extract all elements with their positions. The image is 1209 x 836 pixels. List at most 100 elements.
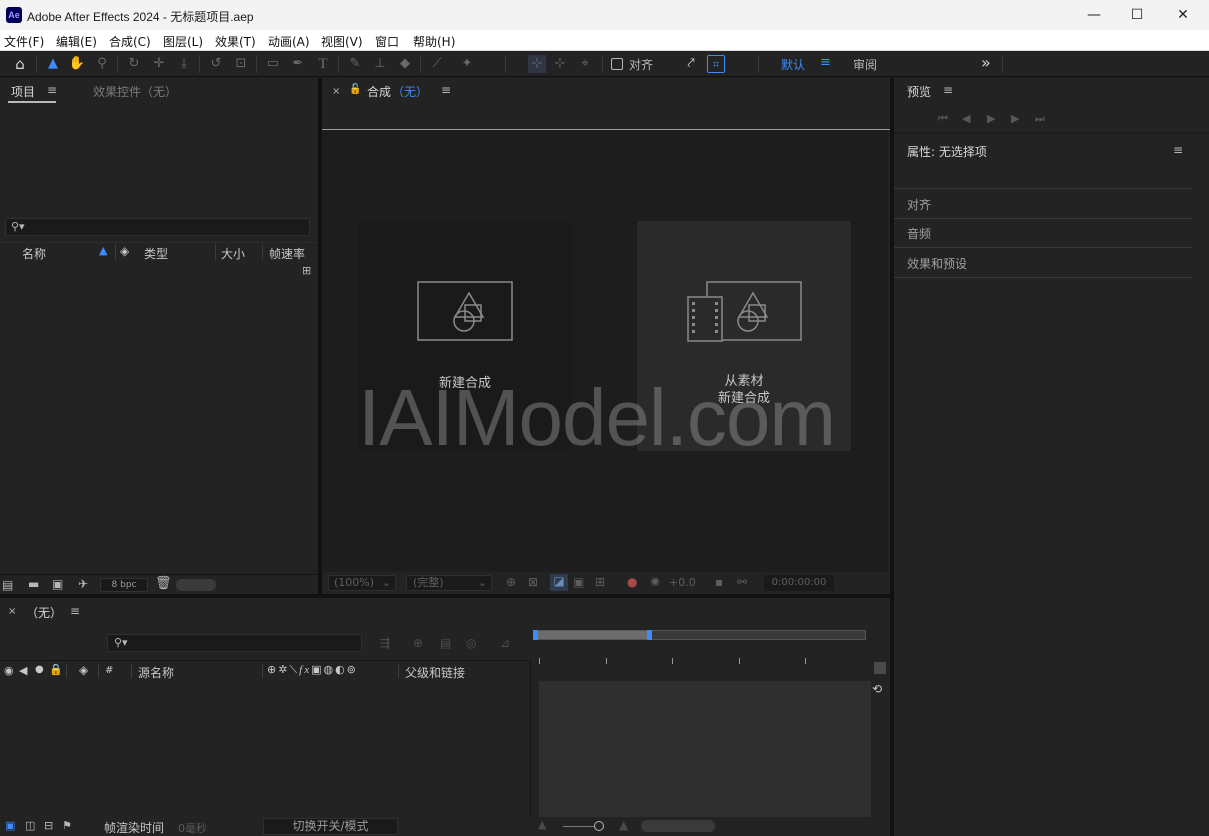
zoom-out-icon[interactable]: ▲: [538, 818, 546, 831]
tab-composition[interactable]: 合成: [367, 83, 391, 100]
frame-blending-icon[interactable]: ▤: [440, 636, 451, 650]
project-search-input[interactable]: ⚲▾: [5, 218, 310, 236]
thumbnail-scrollbar[interactable]: [176, 579, 216, 591]
menu-help[interactable]: 帮助(H): [413, 33, 455, 50]
section-audio[interactable]: 音频: [907, 225, 931, 242]
timeline-menu-icon[interactable]: ≡: [70, 604, 80, 618]
transparency-grid-icon[interactable]: ⊠: [528, 575, 538, 589]
pan-camera-icon[interactable]: ✛: [150, 55, 168, 73]
last-frame-icon[interactable]: ⏭: [1035, 112, 1045, 126]
clone-stamp-tool-icon[interactable]: ⊥: [371, 55, 389, 73]
menu-file[interactable]: 文件(F): [4, 33, 44, 50]
project-menu-icon[interactable]: ≡: [47, 83, 57, 97]
previous-frame-icon[interactable]: ◀: [962, 112, 970, 125]
lock-layer-icon[interactable]: 🔒: [49, 663, 63, 676]
composition-name[interactable]: （无）: [392, 83, 428, 100]
workspace-default[interactable]: 默认: [781, 56, 805, 73]
workspace-menu-icon[interactable]: ≡: [820, 55, 831, 70]
composition-menu-icon[interactable]: ≡: [441, 83, 451, 97]
comp-button-icon[interactable]: ⟲: [872, 682, 882, 696]
timeline-track-area[interactable]: [539, 681, 871, 817]
pan-behind-tool-icon[interactable]: ⊡: [232, 55, 250, 73]
graph-editor-icon[interactable]: ⊿: [500, 636, 510, 650]
render-queue-icon[interactable]: ✈: [78, 577, 88, 591]
menu-animation[interactable]: 动画(A): [268, 33, 310, 50]
label-tag-icon[interactable]: ◈: [79, 663, 88, 677]
sort-ascending-icon[interactable]: ▲: [99, 244, 107, 257]
solo-dot-icon[interactable]: ●: [35, 664, 44, 675]
next-frame-icon[interactable]: ▶: [1011, 112, 1019, 125]
video-eye-icon[interactable]: ◉: [4, 664, 14, 677]
hand-tool-icon[interactable]: ✋: [68, 55, 86, 73]
new-composition-icon[interactable]: ▣: [52, 577, 63, 591]
trash-icon[interactable]: 🗑: [155, 576, 172, 591]
timeline-search-input[interactable]: ⚲▾: [107, 634, 362, 652]
grid-guides-icon[interactable]: ⊞: [595, 575, 605, 589]
column-name[interactable]: 名称: [22, 245, 46, 262]
selection-tool-icon[interactable]: ▲: [44, 55, 62, 73]
audio-speaker-icon[interactable]: ◀: [19, 664, 27, 677]
snapping-checkbox[interactable]: [611, 58, 623, 70]
section-effects-presets[interactable]: 效果和预设: [907, 255, 967, 272]
comp-marker-bin-icon[interactable]: [874, 662, 886, 674]
puppet-pin-tool-icon[interactable]: ✦: [458, 55, 476, 73]
label-tag-icon[interactable]: ◈: [120, 244, 129, 258]
menu-edit[interactable]: 编辑(E): [56, 33, 97, 50]
close-tab-icon[interactable]: ×: [332, 86, 340, 97]
interpret-footage-icon[interactable]: ▤: [2, 578, 13, 592]
layer-switches-toggle-icon[interactable]: ▣: [5, 819, 15, 832]
timeline-tab[interactable]: （无）: [26, 604, 62, 621]
section-align[interactable]: 对齐: [907, 196, 931, 213]
column-frame-rate[interactable]: 帧速率: [269, 245, 305, 262]
region-of-interest-icon[interactable]: ▣: [573, 575, 584, 589]
reset-exposure-icon[interactable]: ✺: [650, 575, 660, 589]
snapshot-camera-icon[interactable]: ▪: [715, 575, 723, 589]
toggle-switches-modes-button[interactable]: 切换开关/模式: [263, 818, 398, 835]
minimize-icon[interactable]: —: [1071, 0, 1117, 30]
menu-composition[interactable]: 合成(C): [109, 33, 151, 50]
channels-icon[interactable]: ●: [627, 575, 637, 589]
menu-effect[interactable]: 效果(T): [215, 33, 256, 50]
properties-menu-icon[interactable]: ≡: [1173, 143, 1183, 157]
current-time-display[interactable]: 0:00:00:00: [764, 575, 834, 591]
column-size[interactable]: 大小: [221, 245, 245, 262]
rectangle-tool-icon[interactable]: ▭: [264, 55, 282, 73]
eraser-tool-icon[interactable]: ◆: [396, 55, 414, 73]
new-folder-icon[interactable]: ▬: [28, 577, 39, 591]
menu-window[interactable]: 窗口: [375, 33, 399, 50]
new-composition-card[interactable]: 新建合成: [358, 221, 572, 451]
in-out-stretch-icon[interactable]: ⊟: [44, 819, 53, 832]
rotation-tool-icon[interactable]: ↺: [207, 55, 225, 73]
timeline-splitter[interactable]: [530, 660, 531, 817]
brush-tool-icon[interactable]: ✎: [346, 55, 364, 73]
roto-brush-tool-icon[interactable]: ⟋: [428, 55, 446, 73]
time-ruler[interactable]: [534, 652, 866, 676]
workspace-review[interactable]: 审阅: [853, 56, 877, 73]
flowchart-icon[interactable]: ⊞: [302, 264, 311, 277]
view-axis-icon[interactable]: ⌖: [576, 55, 594, 73]
mask-visibility-icon[interactable]: ◪: [550, 574, 568, 591]
timeline-scrollbar[interactable]: [641, 820, 715, 832]
fast-previews-icon[interactable]: ⊕: [506, 575, 516, 589]
work-area-bar[interactable]: [535, 631, 649, 639]
close-window-icon[interactable]: ✕: [1160, 0, 1206, 30]
column-layer-number[interactable]: #: [105, 665, 113, 676]
local-axis-icon[interactable]: ⊹: [528, 55, 546, 73]
snap-target-icon[interactable]: ⌗: [707, 55, 725, 73]
zoom-slider-handle[interactable]: [594, 821, 604, 831]
draft-3d-icon[interactable]: ⊕: [413, 636, 423, 650]
play-icon[interactable]: ▶: [987, 112, 995, 125]
render-time-icon[interactable]: ⚑: [62, 819, 72, 832]
lock-icon[interactable]: 🔓: [349, 84, 361, 95]
maximize-icon[interactable]: ☐: [1114, 0, 1160, 30]
tab-preview[interactable]: 预览: [907, 83, 931, 100]
tab-project[interactable]: 项目: [11, 83, 35, 100]
pen-tool-icon[interactable]: ✒: [289, 55, 307, 73]
exposure-value[interactable]: +0.0: [669, 576, 696, 589]
magnification-dropdown[interactable]: (100%) ⌄: [328, 575, 396, 591]
zoom-in-icon[interactable]: ▲: [619, 818, 628, 832]
motion-blur-icon[interactable]: ◎: [466, 636, 476, 650]
transfer-controls-icon[interactable]: ◫: [25, 819, 35, 832]
time-navigator[interactable]: [533, 630, 866, 640]
show-snapshot-icon[interactable]: ⚯: [737, 575, 747, 589]
